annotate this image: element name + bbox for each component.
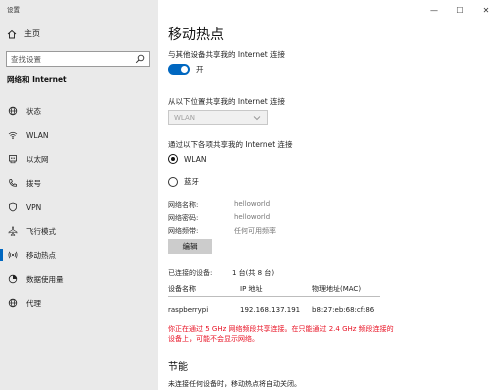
window-controls: — ☐ ✕ xyxy=(421,3,499,17)
sidebar-home[interactable]: 主页 xyxy=(7,28,40,39)
sidebar-item-ethernet[interactable]: 以太网 xyxy=(0,147,158,171)
sidebar-item-label: 状态 xyxy=(26,106,41,116)
radio-bluetooth[interactable]: 蓝牙 xyxy=(168,176,199,187)
sidebar-item-label: WLAN xyxy=(26,130,49,140)
share-toggle-row: 开 xyxy=(168,64,204,75)
radio-bluetooth-dot[interactable] xyxy=(168,176,178,187)
section-title: 网络和 Internet xyxy=(7,75,67,84)
sidebar-item-dialup[interactable]: 拨号 xyxy=(0,171,158,195)
sidebar: 设置 主页 网络和 Internet 状态 WLAN 以太网 拨号 xyxy=(0,0,158,390)
network-password-row: 网络密码: helloworld xyxy=(168,213,270,223)
radio-wlan[interactable]: WLAN xyxy=(168,154,207,164)
page-title: 移动热点 xyxy=(168,27,224,43)
radio-bluetooth-label: 蓝牙 xyxy=(184,177,199,186)
main-content: — ☐ ✕ 移动热点 与其他设备共享我的 Internet 连接 开 从以下位置… xyxy=(158,0,499,390)
search-icon[interactable] xyxy=(135,54,145,64)
phone-icon xyxy=(8,178,18,188)
network-band-value: 任何可用频率 xyxy=(234,227,276,235)
network-name-key: 网络名称: xyxy=(168,201,199,209)
network-name-value: helloworld xyxy=(234,200,271,208)
sidebar-item-wlan[interactable]: WLAN xyxy=(0,123,158,147)
airplane-icon xyxy=(8,226,18,236)
network-name-row: 网络名称: helloworld xyxy=(168,200,270,210)
edit-button[interactable]: 编辑 xyxy=(168,239,212,254)
home-icon xyxy=(7,29,17,39)
sidebar-item-label: VPN xyxy=(26,202,42,212)
sidebar-item-label: 数据使用量 xyxy=(26,274,64,284)
sidebar-home-label: 主页 xyxy=(24,29,40,38)
sidebar-nav: 状态 WLAN 以太网 拨号 VPN 飞行模式 移动热点 数据使用量 代理 xyxy=(0,99,158,315)
sidebar-item-vpn[interactable]: VPN xyxy=(0,195,158,219)
cell-mac: b8:27:eb:68:cf:86 xyxy=(312,306,375,314)
globe-icon xyxy=(8,106,18,116)
ethernet-icon xyxy=(8,154,18,164)
sidebar-item-proxy[interactable]: 代理 xyxy=(0,291,158,315)
col-mac: 物理地址(MAC) xyxy=(312,285,362,293)
close-button[interactable]: ✕ xyxy=(473,3,499,17)
radio-wlan-dot[interactable] xyxy=(168,154,178,164)
sidebar-item-label: 移动热点 xyxy=(26,250,56,260)
share-toggle[interactable] xyxy=(168,64,190,75)
data-usage-icon xyxy=(8,274,18,284)
sidebar-item-hotspot[interactable]: 移动热点 xyxy=(0,243,158,267)
sidebar-item-label: 拨号 xyxy=(26,178,41,188)
share-label: 与其他设备共享我的 Internet 连接 xyxy=(168,50,286,59)
globe-icon xyxy=(8,298,18,308)
share-over-label: 通过以下各项共享我的 Internet 连接 xyxy=(168,140,293,149)
device-table-header: 设备名称 IP 地址 物理地址(MAC) xyxy=(168,284,402,294)
minimize-button[interactable]: — xyxy=(421,3,447,17)
share-from-label: 从以下位置共享我的 Internet 连接 xyxy=(168,97,286,106)
connected-value: 1 台(共 8 台) xyxy=(232,269,275,277)
cell-ip: 192.168.137.191 xyxy=(240,306,301,314)
wifi-icon xyxy=(8,130,18,140)
col-device-name: 设备名称 xyxy=(168,285,196,293)
chevron-down-icon xyxy=(252,113,262,123)
cell-device-name: raspberrypi xyxy=(168,306,209,314)
radio-wlan-label: WLAN xyxy=(184,154,207,164)
table-divider xyxy=(168,296,380,297)
power-desc: 未连接任何设备时，移动热点将自动关闭。 xyxy=(168,380,301,388)
hotspot-icon xyxy=(8,250,18,260)
sidebar-item-status[interactable]: 状态 xyxy=(0,99,158,123)
network-band-row: 网络频带: 任何可用频率 xyxy=(168,226,276,236)
network-band-key: 网络频带: xyxy=(168,227,199,235)
table-row: raspberrypi 192.168.137.191 b8:27:eb:68:… xyxy=(168,306,402,314)
sidebar-item-airplane[interactable]: 飞行模式 xyxy=(0,219,158,243)
connected-row: 已连接的设备: 1 台(共 8 台) xyxy=(168,268,274,278)
network-password-value: helloworld xyxy=(234,213,271,221)
search-box[interactable] xyxy=(6,51,150,67)
band-warning: 你正在通过 5 GHz 网络频段共享连接。在只能通过 2.4 GHz 频段连接的… xyxy=(168,325,394,343)
search-input[interactable] xyxy=(11,54,131,64)
sidebar-item-label: 以太网 xyxy=(26,154,49,164)
sidebar-item-data-usage[interactable]: 数据使用量 xyxy=(0,267,158,291)
vpn-icon xyxy=(8,202,18,212)
share-from-select[interactable]: WLAN xyxy=(168,110,268,125)
sidebar-item-label: 飞行模式 xyxy=(26,226,56,236)
connected-key: 已连接的设备: xyxy=(168,269,213,277)
share-from-value: WLAN xyxy=(174,113,196,122)
power-title: 节能 xyxy=(168,362,188,373)
network-password-key: 网络密码: xyxy=(168,214,199,222)
window-title: 设置 xyxy=(7,6,20,14)
sidebar-item-label: 代理 xyxy=(26,298,41,308)
col-ip: IP 地址 xyxy=(240,285,263,293)
maximize-button[interactable]: ☐ xyxy=(447,3,473,17)
toggle-state-label: 开 xyxy=(196,65,204,74)
